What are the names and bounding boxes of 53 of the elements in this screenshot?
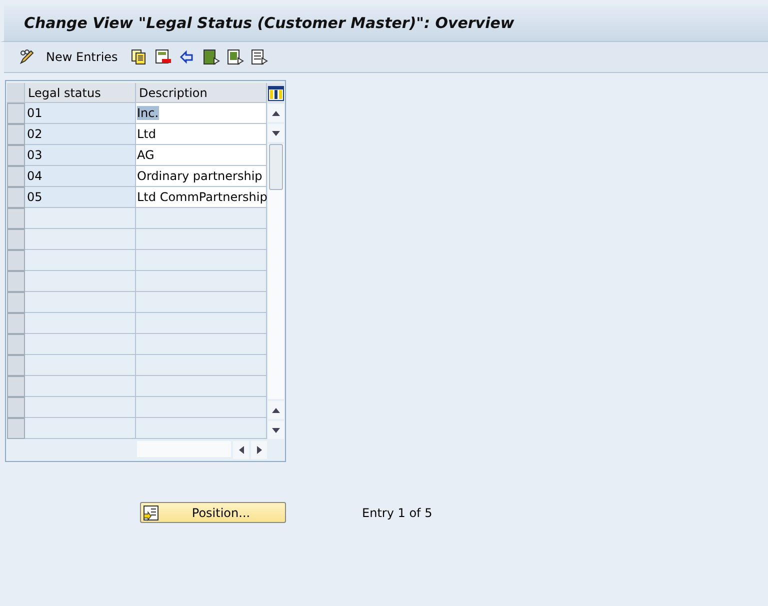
table-cell[interactable]: Ltd bbox=[137, 127, 156, 141]
left-arrow-icon bbox=[238, 446, 244, 454]
down-arrow-icon bbox=[272, 428, 280, 432]
row-selector[interactable] bbox=[7, 250, 25, 271]
entry-count: Entry 1 of 5 bbox=[362, 506, 432, 520]
up-arrow-icon bbox=[272, 408, 280, 412]
position-button[interactable]: Position... bbox=[140, 502, 286, 523]
delete-row-icon[interactable] bbox=[154, 48, 172, 66]
select-all-icon[interactable] bbox=[202, 48, 220, 66]
pencil-icon[interactable] bbox=[18, 48, 36, 66]
new-entries-button[interactable]: New Entries bbox=[46, 50, 118, 64]
table-settings-icon[interactable] bbox=[268, 86, 284, 100]
scroll-down-button[interactable] bbox=[268, 124, 284, 142]
row-selector[interactable] bbox=[7, 145, 25, 166]
position-icon bbox=[143, 504, 159, 520]
window-title: Change View "Legal Status (Customer Master)": Overview bbox=[24, 14, 514, 32]
deselect-all-icon[interactable] bbox=[250, 48, 268, 66]
row-selector[interactable] bbox=[7, 124, 25, 145]
copy-icon[interactable] bbox=[130, 48, 148, 66]
row-selector[interactable] bbox=[7, 313, 25, 334]
row-selector[interactable] bbox=[7, 292, 25, 313]
table-cell: 01 bbox=[25, 103, 136, 124]
column-header[interactable]: Description bbox=[136, 83, 267, 103]
scrollbar-thumb[interactable] bbox=[268, 144, 282, 190]
scroll-up-button[interactable] bbox=[268, 401, 284, 419]
row-selector[interactable] bbox=[7, 334, 25, 355]
scroll-down-button[interactable] bbox=[268, 421, 284, 439]
row-selector[interactable] bbox=[7, 355, 25, 376]
scroll-left-button[interactable] bbox=[233, 441, 249, 459]
down-arrow-icon bbox=[272, 130, 280, 136]
table-cell: 04 bbox=[25, 166, 136, 187]
row-selector[interactable] bbox=[7, 271, 25, 292]
table-cell[interactable]: AG bbox=[137, 148, 154, 162]
table-cell: 03 bbox=[25, 145, 136, 166]
row-selector[interactable] bbox=[7, 187, 25, 208]
undo-icon[interactable] bbox=[178, 48, 196, 66]
scroll-right-button[interactable] bbox=[251, 441, 267, 459]
table-cell: 02 bbox=[25, 124, 136, 145]
row-selector[interactable] bbox=[7, 103, 25, 124]
select-all-corner[interactable] bbox=[7, 83, 25, 103]
table-cell[interactable]: Inc. bbox=[137, 106, 159, 120]
table-cell: 05 bbox=[25, 187, 136, 208]
select-block-icon[interactable] bbox=[226, 48, 244, 66]
column-header[interactable]: Legal status bbox=[25, 83, 136, 103]
row-selector[interactable] bbox=[7, 229, 25, 250]
row-selector[interactable] bbox=[7, 418, 25, 439]
right-arrow-icon bbox=[256, 446, 262, 454]
row-selector[interactable] bbox=[7, 208, 25, 229]
row-selector[interactable] bbox=[7, 166, 25, 187]
row-selector[interactable] bbox=[7, 376, 25, 397]
scroll-up-button[interactable] bbox=[268, 104, 284, 122]
row-selector[interactable] bbox=[7, 397, 25, 418]
up-arrow-icon bbox=[272, 110, 280, 116]
